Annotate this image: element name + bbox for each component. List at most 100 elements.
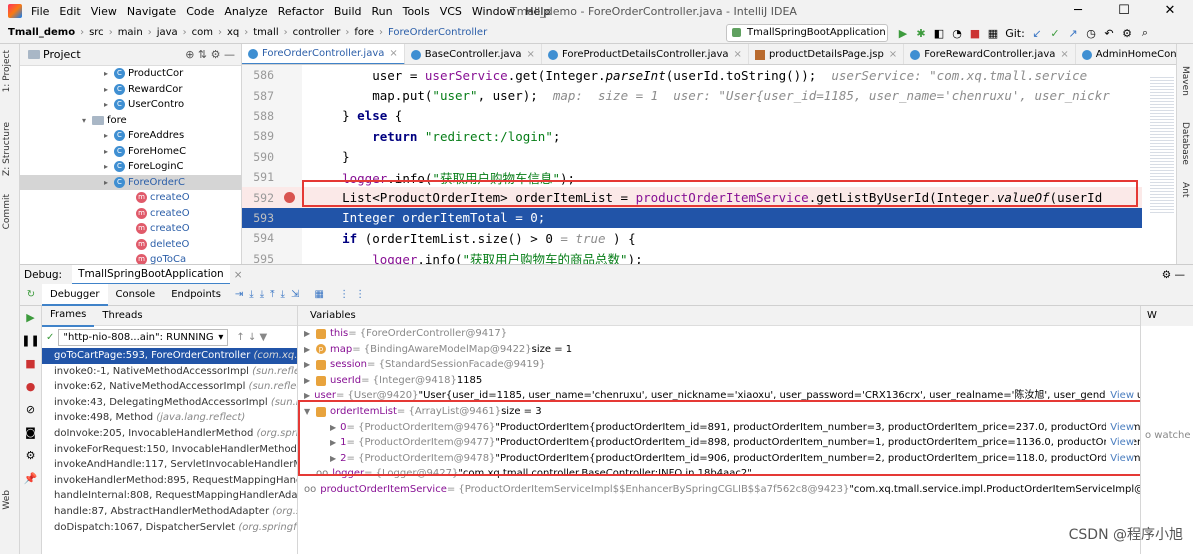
stack-frame[interactable]: invoke0:-1, NativeMethodAccessorImpl (su…: [42, 364, 297, 380]
close-tab-icon[interactable]: ×: [527, 49, 535, 60]
line-number[interactable]: 593: [242, 211, 274, 225]
project-tree-item[interactable]: ▾ fore: [20, 113, 241, 129]
close-tab-icon[interactable]: ×: [1060, 49, 1068, 60]
debug-session-tab[interactable]: TmallSpringBootApplication: [72, 264, 230, 285]
breadcrumb-src[interactable]: src: [86, 27, 107, 38]
debug-icon[interactable]: ✱: [912, 27, 930, 40]
expand-caret-icon[interactable]: ▾: [82, 116, 92, 125]
project-tree-item[interactable]: ▸ C RewardCor: [20, 82, 241, 98]
coverage-icon[interactable]: ◧: [930, 27, 948, 40]
code-line[interactable]: 588 } else {: [242, 106, 1142, 126]
update-project-icon[interactable]: ↙: [1028, 27, 1046, 40]
breadcrumb-main[interactable]: main: [115, 27, 146, 38]
editor-tab[interactable]: ForeRewardController.java ×: [904, 44, 1076, 64]
camera-icon[interactable]: ◙: [20, 421, 41, 444]
project-tree-item[interactable]: ▸ C ForeHomeC: [20, 144, 241, 160]
layout-icon[interactable]: ▦: [984, 27, 1002, 40]
maximize-icon[interactable]: ☐: [1101, 0, 1147, 22]
variable-row[interactable]: ▶ p map = {BindingAwareModelMap@9422} size…: [298, 342, 1140, 358]
project-tree-item[interactable]: m deleteO: [20, 237, 241, 253]
code-line[interactable]: 587 map.put("user", user); map: size = 1…: [242, 85, 1142, 105]
variable-row[interactable]: ▶ this = {ForeOrderController@9417}: [298, 326, 1140, 342]
breadcrumb-fore[interactable]: fore: [351, 27, 377, 38]
code-line[interactable]: 593 Integer orderItemTotal = 0;: [242, 207, 1142, 229]
editor-tab[interactable]: AdminHomeController.j×: [1076, 44, 1176, 64]
project-tree-item[interactable]: ▸ C ForeOrderC: [20, 174, 241, 190]
web-tool-label[interactable]: Web: [2, 490, 12, 510]
step-controls-icons[interactable]: ⇥⤓⤓⤒⤓⇲ ▦ ⋮⋮: [235, 289, 371, 300]
menu-vcs[interactable]: VCS: [435, 5, 467, 18]
breadcrumb-controller[interactable]: controller: [290, 27, 344, 38]
history-icon[interactable]: ◷: [1082, 27, 1100, 40]
editor-tab[interactable]: ForeProductDetailsController.java ×: [542, 44, 749, 64]
breadcrumb-xq[interactable]: xq: [224, 27, 242, 38]
editor-tab[interactable]: productDetailsPage.jsp ×: [749, 44, 905, 64]
settings-side-icon[interactable]: ⚙: [20, 444, 41, 467]
line-number[interactable]: 588: [242, 109, 274, 123]
project-tree-item[interactable]: m createO: [20, 206, 241, 222]
line-number[interactable]: 589: [242, 129, 274, 143]
breadcrumb-com[interactable]: com: [189, 27, 216, 38]
stack-frame[interactable]: handleInternal:808, RequestMappingHandle…: [42, 488, 297, 504]
pause-icon[interactable]: ❚❚: [20, 329, 41, 352]
tab-debugger[interactable]: Debugger: [42, 283, 108, 306]
project-tree-item[interactable]: m createO: [20, 190, 241, 206]
expand-variable-icon[interactable]: ▶: [304, 342, 316, 358]
project-tree-item[interactable]: m createO: [20, 221, 241, 237]
project-panel-gear-icon[interactable]: ⊕ ⇅ ⚙ —: [185, 48, 235, 61]
stack-frame[interactable]: invokeAndHandle:117, ServletInvocableHan…: [42, 457, 297, 473]
tab-frames[interactable]: Frames: [42, 306, 95, 327]
stack-frame[interactable]: invokeForRequest:150, InvocableHandlerMe…: [42, 442, 297, 458]
menu-refactor[interactable]: Refactor: [273, 5, 329, 18]
project-tree-item[interactable]: ▸ C ForeLoginC: [20, 159, 241, 175]
menu-code[interactable]: Code: [181, 5, 219, 18]
rollback-icon[interactable]: ↶: [1100, 27, 1118, 40]
thread-selector[interactable]: "http-nio-808...ain": RUNNING: [58, 328, 229, 346]
database-tool-label[interactable]: Database: [1180, 122, 1190, 165]
project-tree-item[interactable]: ▸ C ForeAddres: [20, 128, 241, 144]
stack-frame[interactable]: doDispatch:1067, DispatcherServlet (org.…: [42, 520, 297, 536]
expand-variable-icon[interactable]: ▶: [304, 373, 316, 389]
run-configuration-selector[interactable]: TmallSpringBootApplication: [726, 24, 888, 42]
line-number[interactable]: 595: [242, 252, 274, 264]
stack-frame[interactable]: invoke:62, NativeMethodAccessorImpl (sun…: [42, 379, 297, 395]
breadcrumb-project[interactable]: Tmall_demo: [0, 27, 78, 38]
tab-threads[interactable]: Threads: [94, 306, 150, 326]
line-number[interactable]: 590: [242, 150, 274, 164]
line-number[interactable]: 587: [242, 89, 274, 103]
line-number[interactable]: 586: [242, 68, 274, 82]
code-line[interactable]: 590 }: [242, 147, 1142, 167]
menu-tools[interactable]: Tools: [398, 5, 435, 18]
mute-breakpoints-icon[interactable]: ⊘: [20, 398, 41, 421]
search-icon[interactable]: ⌕: [1136, 26, 1154, 40]
tab-console[interactable]: Console: [108, 284, 164, 306]
expand-caret-icon[interactable]: ▸: [104, 100, 114, 109]
stack-frame[interactable]: goToCartPage:593, ForeOrderController (c…: [42, 348, 297, 364]
stack-frame[interactable]: handle:87, AbstractHandlerMethodAdapter …: [42, 504, 297, 520]
menu-analyze[interactable]: Analyze: [219, 5, 272, 18]
variable-row[interactable]: ▶ session = {StandardSessionFacade@9419}: [298, 357, 1140, 373]
code-line[interactable]: 594 if (orderItemList.size() > 0 = true …: [242, 228, 1142, 248]
breadcrumb-class[interactable]: ForeOrderController: [385, 27, 490, 38]
project-tool-label[interactable]: 1: Project: [2, 50, 12, 92]
stack-frame[interactable]: invokeHandlerMethod:895, RequestMappingH…: [42, 473, 297, 489]
expand-caret-icon[interactable]: ▸: [104, 162, 114, 171]
menu-build[interactable]: Build: [329, 5, 367, 18]
line-number[interactable]: 592: [242, 191, 274, 205]
expand-caret-icon[interactable]: ▸: [104, 69, 114, 78]
menu-run[interactable]: Run: [367, 5, 398, 18]
expand-variable-icon[interactable]: ▶: [304, 357, 316, 373]
close-icon[interactable]: ✕: [1147, 0, 1193, 22]
close-session-icon[interactable]: ×: [234, 269, 243, 281]
debug-settings-icon[interactable]: ⚙ —: [1162, 269, 1185, 281]
expand-variable-icon[interactable]: ▶: [304, 326, 316, 342]
push-icon[interactable]: ↗: [1064, 27, 1082, 40]
code-line[interactable]: 589 return "redirect:/login";: [242, 126, 1142, 146]
structure-tool-label[interactable]: Z: Structure: [2, 122, 12, 176]
expand-caret-icon[interactable]: ▸: [104, 147, 114, 156]
tab-endpoints[interactable]: Endpoints: [163, 284, 229, 306]
expand-caret-icon[interactable]: ▸: [104, 85, 114, 94]
menu-navigate[interactable]: Navigate: [122, 5, 181, 18]
editor-tab[interactable]: ForeOrderController.java ×: [242, 44, 405, 64]
menu-view[interactable]: View: [86, 5, 122, 18]
